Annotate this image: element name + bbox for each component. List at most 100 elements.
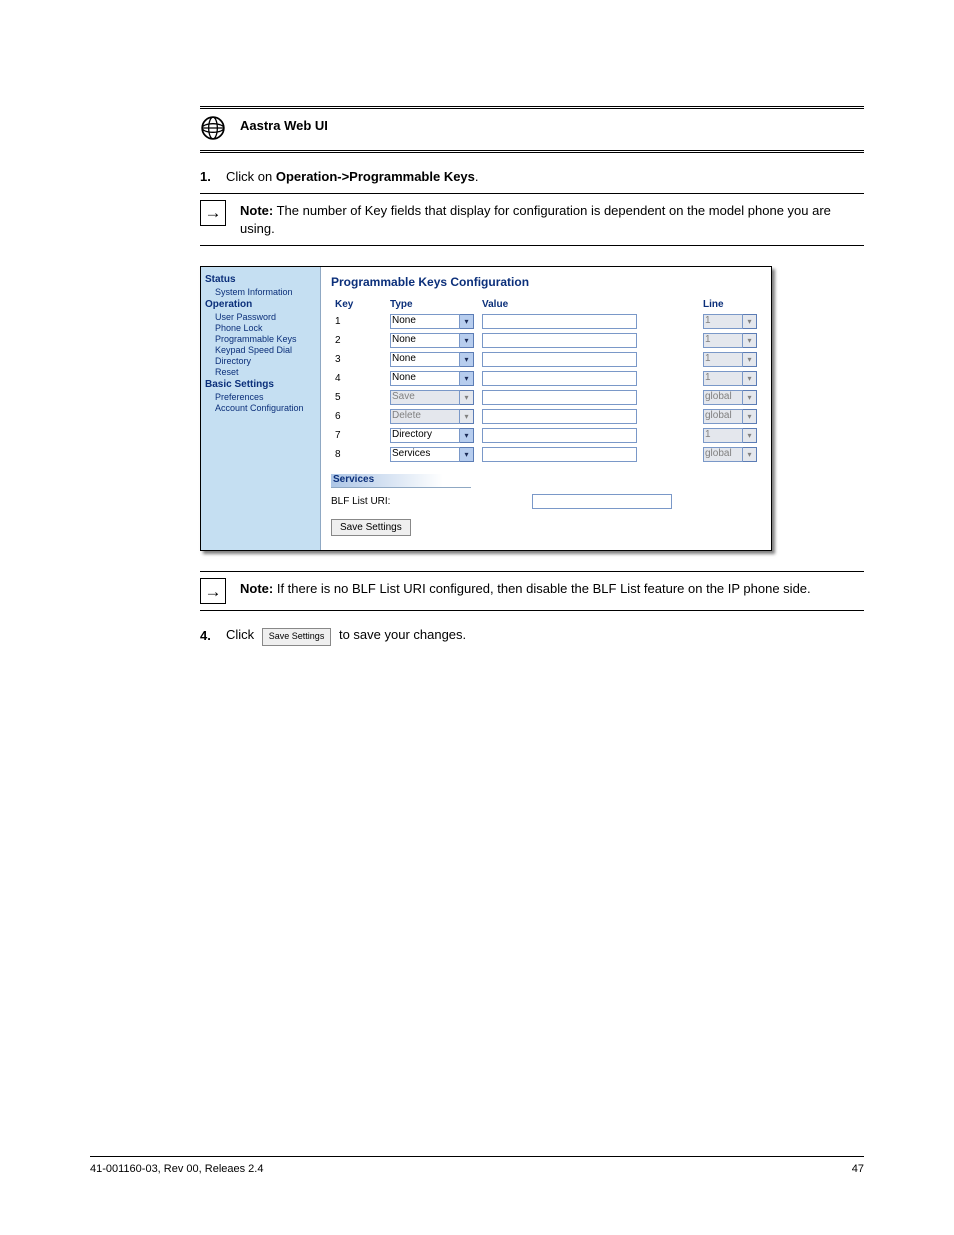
chevron-down-icon[interactable]: ▾ xyxy=(460,428,474,443)
sidebar-heading[interactable]: Operation xyxy=(205,299,316,310)
footer-right: 47 xyxy=(852,1163,864,1175)
step-number: 4. xyxy=(200,626,218,646)
chevron-down-icon: ▾ xyxy=(743,352,757,367)
app-screenshot: Status System Information Operation User Pa… xyxy=(200,266,772,551)
table-row: 4None▾1▾ xyxy=(331,369,761,388)
step-1: 1. Click on Operation->Programmable Keys… xyxy=(200,167,864,187)
sidebar: Status System Information Operation User Pa… xyxy=(201,267,321,550)
sidebar-item[interactable]: Preferences xyxy=(215,392,316,402)
type-select[interactable]: None xyxy=(390,333,460,348)
note-2: → Note: If there is no BLF List URI conf… xyxy=(200,578,864,604)
blf-label: BLF List URI: xyxy=(331,496,526,507)
sidebar-item[interactable]: Programmable Keys xyxy=(215,334,316,344)
value-input[interactable] xyxy=(482,409,637,424)
table-row: 1None▾1▾ xyxy=(331,312,761,331)
chevron-down-icon: ▾ xyxy=(460,390,474,405)
chevron-down-icon: ▾ xyxy=(743,390,757,405)
services-heading: Services xyxy=(331,474,471,488)
sidebar-heading[interactable]: Basic Settings xyxy=(205,379,316,390)
value-input[interactable] xyxy=(482,314,637,329)
line-select: global xyxy=(703,447,743,462)
type-select: Save xyxy=(390,390,460,405)
step4-a: Click xyxy=(226,627,258,642)
line-select: 1 xyxy=(703,428,743,443)
arrow-right-icon: → xyxy=(200,578,226,604)
save-button-inline[interactable]: Save Settings xyxy=(262,628,332,646)
note-label: Note: xyxy=(240,581,273,596)
col-value: Value xyxy=(478,297,699,312)
value-input[interactable] xyxy=(482,333,637,348)
step-path: Operation->Programmable Keys xyxy=(276,169,475,184)
keys-table: Key Type Value Line 1None▾1▾2None▾1▾3Non… xyxy=(331,297,761,464)
line-select: global xyxy=(703,390,743,405)
sidebar-item[interactable]: System Information xyxy=(215,287,316,297)
footer-left: 41-001160-03, Rev 00, Releaes 2.4 xyxy=(90,1163,263,1175)
table-row: 8Services▾global▾ xyxy=(331,445,761,464)
sidebar-item[interactable]: Phone Lock xyxy=(215,323,316,333)
type-select: Delete xyxy=(390,409,460,424)
chevron-down-icon[interactable]: ▾ xyxy=(460,333,474,348)
webui-label: Aastra Web UI xyxy=(240,115,864,136)
sidebar-item[interactable]: Keypad Speed Dial xyxy=(215,345,316,355)
table-row: 3None▾1▾ xyxy=(331,350,761,369)
value-input[interactable] xyxy=(482,371,637,386)
type-select[interactable]: Directory xyxy=(390,428,460,443)
page-footer: 41-001160-03, Rev 00, Releaes 2.4 47 xyxy=(90,1156,864,1175)
chevron-down-icon: ▾ xyxy=(743,314,757,329)
sidebar-item[interactable]: Directory xyxy=(215,356,316,366)
sidebar-item[interactable]: Account Configuration xyxy=(215,403,316,413)
main-panel: Programmable Keys Configuration Key Type… xyxy=(321,267,771,550)
chevron-down-icon: ▾ xyxy=(743,333,757,348)
line-select: 1 xyxy=(703,333,743,348)
type-select[interactable]: Services xyxy=(390,447,460,462)
chevron-down-icon: ▾ xyxy=(743,447,757,462)
chevron-down-icon: ▾ xyxy=(743,371,757,386)
arrow-right-icon: → xyxy=(200,200,226,226)
col-type: Type xyxy=(386,297,478,312)
key-cell: 5 xyxy=(331,388,386,407)
chevron-down-icon[interactable]: ▾ xyxy=(460,314,474,329)
note-1: → Note: The number of Key fields that di… xyxy=(200,200,864,240)
chevron-down-icon[interactable]: ▾ xyxy=(460,447,474,462)
key-cell: 8 xyxy=(331,445,386,464)
key-cell: 2 xyxy=(331,331,386,350)
sidebar-heading[interactable]: Status xyxy=(205,274,316,285)
chevron-down-icon[interactable]: ▾ xyxy=(460,371,474,386)
table-row: 5Save▾global▾ xyxy=(331,388,761,407)
value-input[interactable] xyxy=(482,447,637,462)
chevron-down-icon[interactable]: ▾ xyxy=(460,352,474,367)
value-input[interactable] xyxy=(482,352,637,367)
key-cell: 1 xyxy=(331,312,386,331)
key-cell: 3 xyxy=(331,350,386,369)
table-row: 7Directory▾1▾ xyxy=(331,426,761,445)
globe-icon xyxy=(200,115,226,144)
page-title: Programmable Keys Configuration xyxy=(331,275,761,289)
line-select: 1 xyxy=(703,371,743,386)
note-label: Note: xyxy=(240,203,273,218)
chevron-down-icon: ▾ xyxy=(743,409,757,424)
sidebar-item[interactable]: User Password xyxy=(215,312,316,322)
step-4: 4. Click Save Settings to save your chan… xyxy=(200,625,864,646)
webui-heading: Aastra Web UI xyxy=(200,115,864,144)
step-text-prefix: Click on xyxy=(226,169,276,184)
step4-b: to save your changes. xyxy=(339,627,466,642)
value-input[interactable] xyxy=(482,390,637,405)
type-select[interactable]: None xyxy=(390,352,460,367)
line-select: 1 xyxy=(703,352,743,367)
sidebar-item[interactable]: Reset xyxy=(215,367,316,377)
chevron-down-icon: ▾ xyxy=(460,409,474,424)
step-number: 1. xyxy=(200,167,218,187)
type-select[interactable]: None xyxy=(390,371,460,386)
line-select: global xyxy=(703,409,743,424)
key-cell: 6 xyxy=(331,407,386,426)
table-row: 2None▾1▾ xyxy=(331,331,761,350)
key-cell: 7 xyxy=(331,426,386,445)
col-key: Key xyxy=(331,297,386,312)
type-select[interactable]: None xyxy=(390,314,460,329)
table-row: 6Delete▾global▾ xyxy=(331,407,761,426)
value-input[interactable] xyxy=(482,428,637,443)
blf-input[interactable] xyxy=(532,494,672,509)
save-button[interactable]: Save Settings xyxy=(331,519,411,536)
col-line: Line xyxy=(699,297,761,312)
key-cell: 4 xyxy=(331,369,386,388)
